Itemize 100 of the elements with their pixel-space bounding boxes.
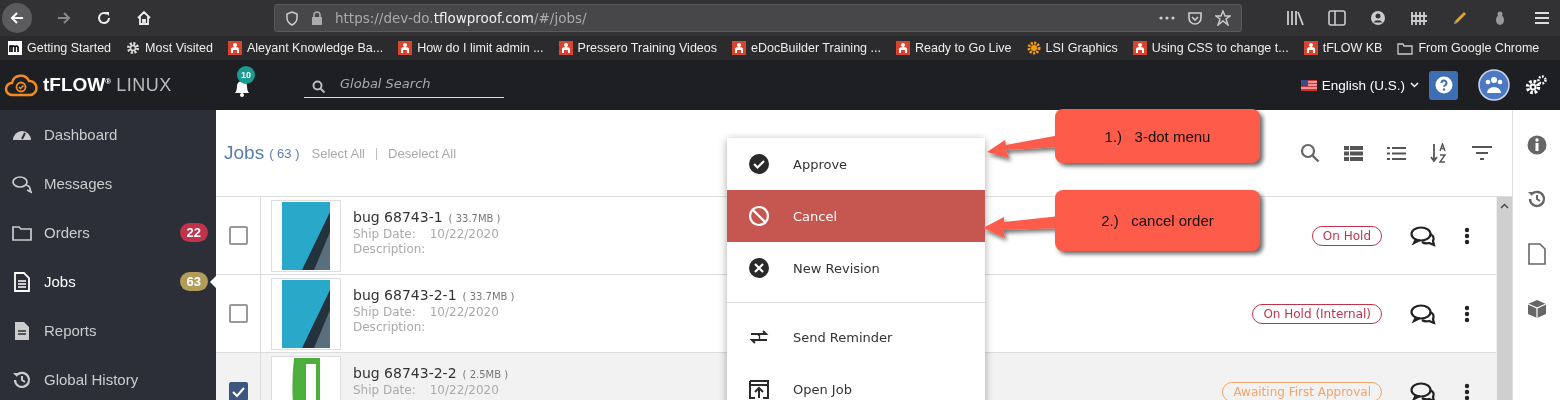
row-checkbox[interactable] [228, 226, 248, 245]
sort-icon[interactable] [1430, 143, 1448, 163]
chevron-down-icon [1410, 82, 1419, 88]
search-icon [312, 80, 326, 94]
gear-icon [126, 41, 141, 55]
row-checkbox[interactable] [228, 304, 248, 323]
bookmark[interactable]: eDocBuilder Training ... [732, 41, 881, 55]
account-icon[interactable] [1370, 10, 1386, 26]
language-dropdown[interactable]: English (U.S.) [1300, 77, 1419, 93]
sidebar-item[interactable]: Orders 22 [0, 208, 216, 257]
job-name[interactable]: bug 68743-2-1 [353, 287, 457, 303]
search-icon[interactable] [1300, 143, 1320, 163]
list-view-icon[interactable] [1387, 145, 1406, 161]
more-vertical-icon[interactable] [1464, 304, 1470, 323]
notification-count: 10 [237, 66, 255, 84]
bookmark[interactable]: Using CSS to change t... [1132, 41, 1289, 55]
bookmark[interactable]: Most Visited [126, 41, 213, 55]
ship-date-label: Ship Date: [353, 305, 416, 319]
cube-icon[interactable] [1526, 299, 1547, 319]
bookmark[interactable]: Getting Started [8, 41, 112, 55]
person-icon [1132, 41, 1147, 55]
user-group-avatar[interactable] [1478, 69, 1510, 101]
ship-date: 10/22/2020 [429, 227, 499, 241]
menu-icon[interactable] [1534, 11, 1550, 25]
ship-date-label: Ship Date: [353, 383, 416, 397]
flag-icon [1300, 79, 1317, 91]
home-button[interactable] [136, 10, 152, 26]
logo-text: tFLOW$^{®}$ [43, 74, 112, 96]
brochure-thumbnail [282, 201, 330, 270]
ship-date: 10/22/2020 [429, 305, 499, 319]
menu-item[interactable]: Cancel [727, 190, 985, 242]
menu-item[interactable]: Send Reminder [727, 311, 985, 363]
table-view-icon[interactable] [1344, 145, 1363, 161]
sidebar-icon[interactable] [1328, 10, 1346, 26]
library-icon[interactable] [1286, 10, 1304, 26]
address-bar[interactable]: https://dev-do.tflowproof.com/#/jobs/ [274, 4, 1242, 32]
star-icon[interactable] [1215, 10, 1231, 26]
product-name: LINUX [116, 74, 172, 96]
sidebar-label: Dashboard [44, 126, 119, 143]
comments-icon[interactable] [1410, 224, 1436, 247]
sidebar-item[interactable]: Global History [0, 355, 216, 400]
description-label: Description: [353, 320, 426, 334]
count-badge: 63 [179, 272, 208, 291]
info-icon[interactable] [1526, 135, 1547, 155]
job-name[interactable]: bug 68743-2-2 [353, 365, 457, 381]
separator: | [374, 146, 379, 160]
bookmark[interactable]: LSI Graphics [1026, 41, 1118, 55]
reload-button[interactable] [96, 10, 112, 26]
bookmark[interactable]: Pressero Training Videos [558, 41, 717, 55]
file-size: ( 2.5MB ) [462, 369, 509, 380]
help-button[interactable] [1429, 70, 1458, 100]
cloud-logo-icon [4, 73, 38, 97]
more-vertical-icon[interactable] [1464, 226, 1470, 245]
chevron-up-icon[interactable] [1500, 203, 1509, 209]
filter-icon[interactable] [1472, 146, 1492, 160]
x-circle-icon [748, 257, 770, 279]
job-count: ( 63 ) [269, 145, 300, 161]
comments-icon[interactable] [1410, 302, 1436, 325]
document-icon[interactable] [1527, 243, 1546, 265]
description-label: Description: [353, 242, 426, 256]
menu-item[interactable]: Open Job [727, 363, 985, 400]
callout-box: 2.) cancel order [1055, 190, 1260, 251]
brochure-thumbnail [282, 279, 330, 348]
file-size: ( 33.7MB ) [462, 291, 515, 302]
bookmark[interactable]: Aleyant Knowledge Ba... [227, 41, 384, 55]
row-checkbox[interactable] [228, 382, 248, 400]
file-size: ( 33.7MB ) [448, 213, 501, 224]
page-title: Jobs [224, 142, 265, 164]
menu-item[interactable]: Approve [727, 138, 985, 190]
sidebar-item[interactable]: Reports [0, 306, 216, 355]
doc-icon [12, 271, 32, 292]
grid-icon[interactable] [1410, 10, 1428, 26]
bookmark[interactable]: Ready to Go Live [895, 41, 1012, 55]
sidebar-item[interactable]: Messages [0, 159, 216, 208]
prohibited-icon [748, 205, 770, 227]
folder-icon [1397, 41, 1414, 55]
pocket-icon[interactable] [1187, 10, 1203, 26]
bookmark[interactable]: tFLOW KB [1303, 41, 1383, 55]
url-text: https://dev-do.tflowproof.com/#/jobs/ [335, 10, 587, 26]
scrollbar[interactable] [1496, 197, 1512, 400]
count-badge: 22 [179, 223, 208, 242]
bookmark[interactable]: How do I limit admin ... [398, 41, 544, 55]
sidebar-item[interactable]: Dashboard [0, 110, 216, 159]
bookmark[interactable]: From Google Chrome [1397, 41, 1540, 55]
settings-icon[interactable] [1524, 74, 1548, 96]
back-button[interactable] [2, 3, 32, 33]
more-vertical-icon[interactable] [1464, 382, 1470, 400]
person-icon [895, 41, 910, 55]
job-name[interactable]: bug 68743-1 [353, 209, 443, 225]
sidebar-label: Global History [44, 371, 140, 388]
history-icon[interactable] [1526, 189, 1547, 209]
more-icon[interactable] [1159, 16, 1175, 20]
comments-icon[interactable] [1410, 380, 1436, 400]
forward-button[interactable] [56, 10, 72, 26]
site-logo-icon [8, 41, 22, 55]
pencil-icon[interactable] [1452, 10, 1468, 26]
person-icon [398, 41, 413, 55]
sidebar-item[interactable]: Jobs 63 [0, 257, 216, 306]
menu-item[interactable]: New Revision [727, 242, 985, 294]
global-search-field[interactable]: Global Search [304, 72, 504, 98]
